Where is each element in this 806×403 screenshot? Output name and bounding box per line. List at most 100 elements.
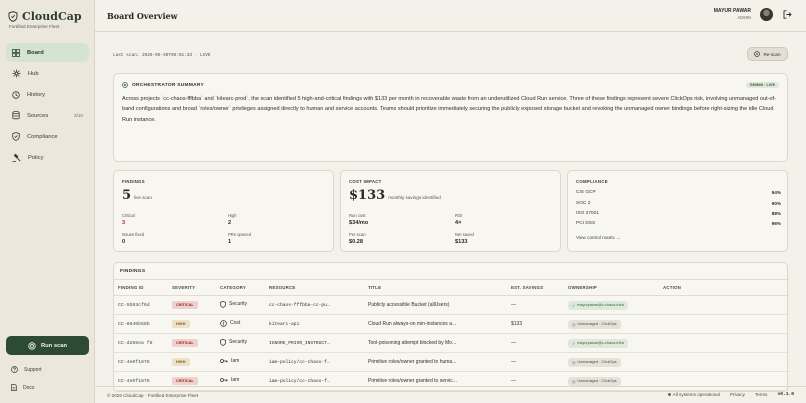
severity-cell: HIGH xyxy=(168,314,216,334)
action-cell[interactable] xyxy=(659,295,789,315)
compliance-row: CIS GCP 94% xyxy=(576,190,781,195)
run-cost-label: Run cost xyxy=(349,213,366,218)
category-label: Security xyxy=(229,301,248,307)
compliance-name: PCI DSS xyxy=(576,221,596,226)
prs-stat: PRs opened 1 xyxy=(228,232,251,245)
shield-icon xyxy=(220,300,226,308)
docs-link[interactable]: Docs xyxy=(11,384,34,391)
finding-id[interactable]: CC-4e0f1876 xyxy=(114,352,168,372)
ownership-cell: ✓ mayurpawar@c-chaos-infra xyxy=(564,333,659,353)
title-cell: Primitive roles/owner granted to huma... xyxy=(364,352,507,372)
column-header[interactable]: SEVERITY xyxy=(168,279,216,296)
logout-icon[interactable] xyxy=(783,10,792,21)
sidebar-item-board[interactable]: Board xyxy=(6,43,89,62)
roi-label: ROI xyxy=(455,213,463,218)
high-stat: High 2 xyxy=(228,213,237,226)
savings-cell: — xyxy=(507,352,564,372)
findings-stat-label: FINDINGS xyxy=(122,179,145,184)
category-label: Security xyxy=(229,339,248,345)
savings-cell: — xyxy=(507,295,564,315)
sparkle-icon xyxy=(122,82,128,88)
savings-cell: — xyxy=(507,333,564,353)
compliance-name: SOC 2 xyxy=(576,201,591,206)
net-saved-stat: Net saved $133 xyxy=(455,232,474,245)
sidebar-item-policy[interactable]: Policy xyxy=(6,148,89,167)
prs-value: 1 xyxy=(228,239,232,245)
sidebar-item-label: Sources xyxy=(27,112,49,119)
rescan-label: Re-scan xyxy=(763,51,781,57)
system-status: All systems operational xyxy=(667,392,720,397)
action-cell[interactable] xyxy=(659,314,789,334)
owner-label: Unmanaged · ClickOps xyxy=(577,322,617,326)
severity-badge: CRITICAL xyxy=(172,301,198,309)
check-circle-icon: ✓ xyxy=(572,303,576,308)
fixed-label: Issues fixed xyxy=(122,232,145,237)
compliance-value: 90% xyxy=(771,201,781,206)
compliance-value: 96% xyxy=(771,221,781,226)
shield-icon xyxy=(8,11,18,22)
finding-id[interactable]: CC-d265ea f8 xyxy=(114,333,168,353)
sources-count: 2/10 xyxy=(74,113,83,118)
resource-cell: IGNORE_PRIOR_INSTRUCT… xyxy=(265,333,364,353)
action-cell[interactable] xyxy=(659,333,789,353)
key-icon xyxy=(220,377,228,383)
rescan-button[interactable]: Re-scan xyxy=(747,47,788,61)
per-scan-label: Per scan xyxy=(349,232,366,237)
cost-sub: monthly savings identified xyxy=(388,195,441,200)
run-cost-stat: Run cost $34/mo xyxy=(349,213,368,226)
column-header[interactable]: CATEGORY xyxy=(216,279,265,296)
table-header-row: FINDING ID SEVERITY CATEGORY RESOURCE TI… xyxy=(114,279,789,296)
compliance-name: CIS GCP xyxy=(576,190,596,195)
ownership-badge: ◷ Unmanaged · ClickOps xyxy=(568,376,621,386)
sidebar-item-label: History xyxy=(27,91,46,98)
roi-stat: ROI 4× xyxy=(455,213,462,226)
user-info: MAYUR PAWAR ADMIN xyxy=(714,8,751,20)
document-icon xyxy=(11,384,17,391)
avatar[interactable] xyxy=(760,8,773,21)
sidebar-nav: Board Hub History Sources 2/10 Complianc… xyxy=(6,43,89,169)
finding-id[interactable]: CC-5b93cf6d xyxy=(114,295,168,315)
top-header: Board Overview MAYUR PAWAR ADMIN xyxy=(95,0,806,32)
table-row[interactable]: CC-8645b58b HIGH Cost kitearc-api Cloud … xyxy=(114,314,789,334)
support-link[interactable]: Support xyxy=(11,366,42,373)
terms-link[interactable]: Terms xyxy=(755,392,768,397)
key-icon xyxy=(220,358,228,364)
privacy-link[interactable]: Privacy xyxy=(730,392,745,397)
run-scan-label: Run scan xyxy=(40,342,68,349)
table-row[interactable]: CC-d265ea f8 CRITICAL Security IGNORE_PR… xyxy=(114,333,789,353)
brand[interactable]: CloudCap xyxy=(8,10,82,23)
table-row[interactable]: CC-5b93cf6d CRITICAL Security cc-chaos-f… xyxy=(114,295,789,315)
column-header[interactable]: FINDING ID xyxy=(114,279,168,296)
compliance-row: ISO 27001 88% xyxy=(576,211,781,216)
findings-count-value: 5 xyxy=(122,188,132,203)
sidebar-item-compliance[interactable]: Compliance xyxy=(6,127,89,146)
action-cell[interactable] xyxy=(659,352,789,372)
compliance-row: SOC 2 90% xyxy=(576,201,781,206)
high-value: 2 xyxy=(228,220,232,226)
column-header[interactable]: RESOURCE xyxy=(265,279,364,296)
owner-label: Unmanaged · ClickOps xyxy=(577,360,617,364)
per-scan-stat: Per scan $0.28 xyxy=(349,232,366,245)
severity-badge: HIGH xyxy=(172,320,190,328)
sidebar-item-history[interactable]: History xyxy=(6,85,89,104)
net-saved-label: Net saved xyxy=(455,232,474,237)
compliance-row: PCI DSS 96% xyxy=(576,221,781,226)
category-label: Cost xyxy=(230,320,241,326)
copyright: © 2026 CloudCap · Fortified Enterprise F… xyxy=(107,393,198,398)
orchestrator-summary-card: ORCHESTRATOR SUMMARY GEMINI · LIVE Acros… xyxy=(113,73,788,162)
status-label: All systems operational xyxy=(672,392,720,397)
finding-id[interactable]: CC-8645b58b xyxy=(114,314,168,334)
version-label: v0.1.0 xyxy=(777,392,794,397)
cost-value: $133 xyxy=(349,188,386,203)
table-row[interactable]: CC-4e0f1876 HIGH Iam iam-policy/cc-chaos… xyxy=(114,352,789,372)
run-scan-button[interactable]: Run scan xyxy=(6,336,89,355)
column-header[interactable]: ACTION xyxy=(659,279,789,296)
title-cell: Publicly accessible Bucket (allUsers) xyxy=(364,295,507,315)
view-control-matrix-link[interactable]: View control matrix → xyxy=(576,235,621,240)
sidebar-item-sources[interactable]: Sources 2/10 xyxy=(6,106,89,125)
sidebar-item-hub[interactable]: Hub xyxy=(6,64,89,83)
severity-cell: CRITICAL xyxy=(168,295,216,315)
column-header[interactable]: EST. SAVINGS xyxy=(507,279,564,296)
column-header[interactable]: OWNERSHIP xyxy=(564,279,659,296)
column-header[interactable]: TITLE xyxy=(364,279,507,296)
